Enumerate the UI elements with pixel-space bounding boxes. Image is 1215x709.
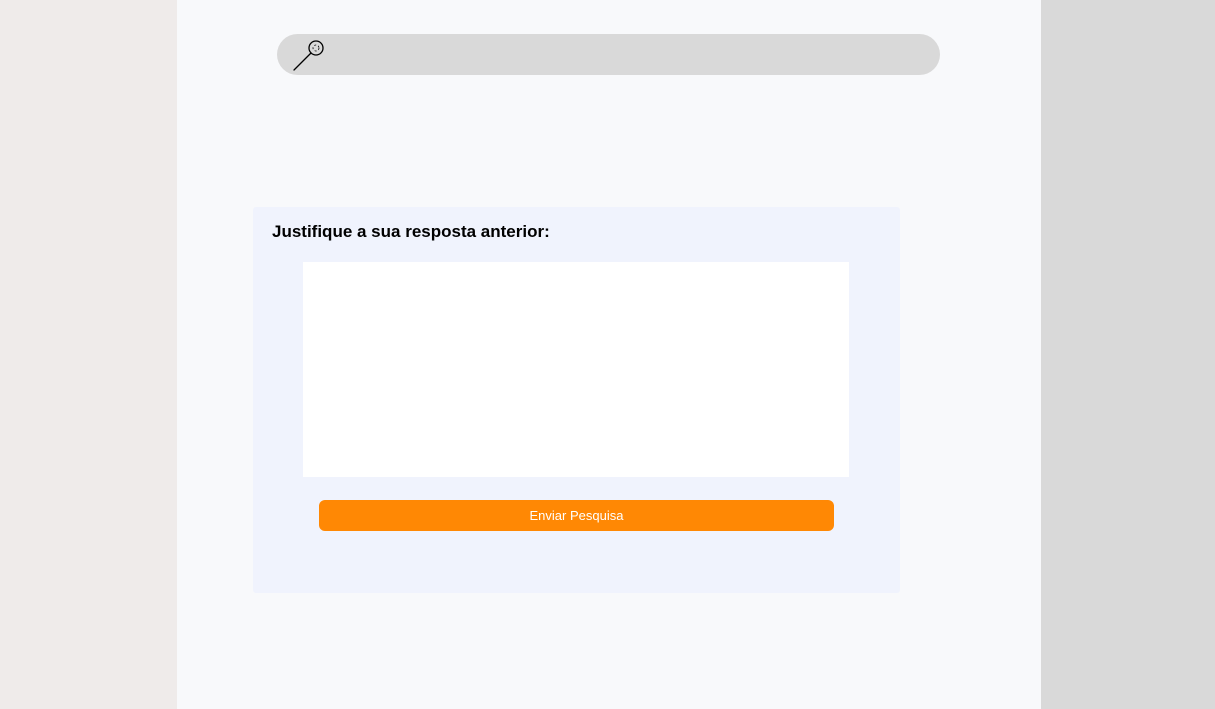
submit-survey-button[interactable]: Enviar Pesquisa bbox=[319, 500, 834, 531]
right-gutter bbox=[1041, 0, 1215, 709]
answer-textarea[interactable] bbox=[303, 262, 849, 477]
survey-card: Justifique a sua resposta anterior: Envi… bbox=[253, 207, 900, 593]
search-bar[interactable] bbox=[277, 34, 940, 75]
main-column: Justifique a sua resposta anterior: Envi… bbox=[177, 0, 1041, 709]
page: Justifique a sua resposta anterior: Envi… bbox=[0, 0, 1215, 709]
question-label: Justifique a sua resposta anterior: bbox=[272, 222, 550, 241]
search-icon[interactable] bbox=[292, 38, 326, 72]
